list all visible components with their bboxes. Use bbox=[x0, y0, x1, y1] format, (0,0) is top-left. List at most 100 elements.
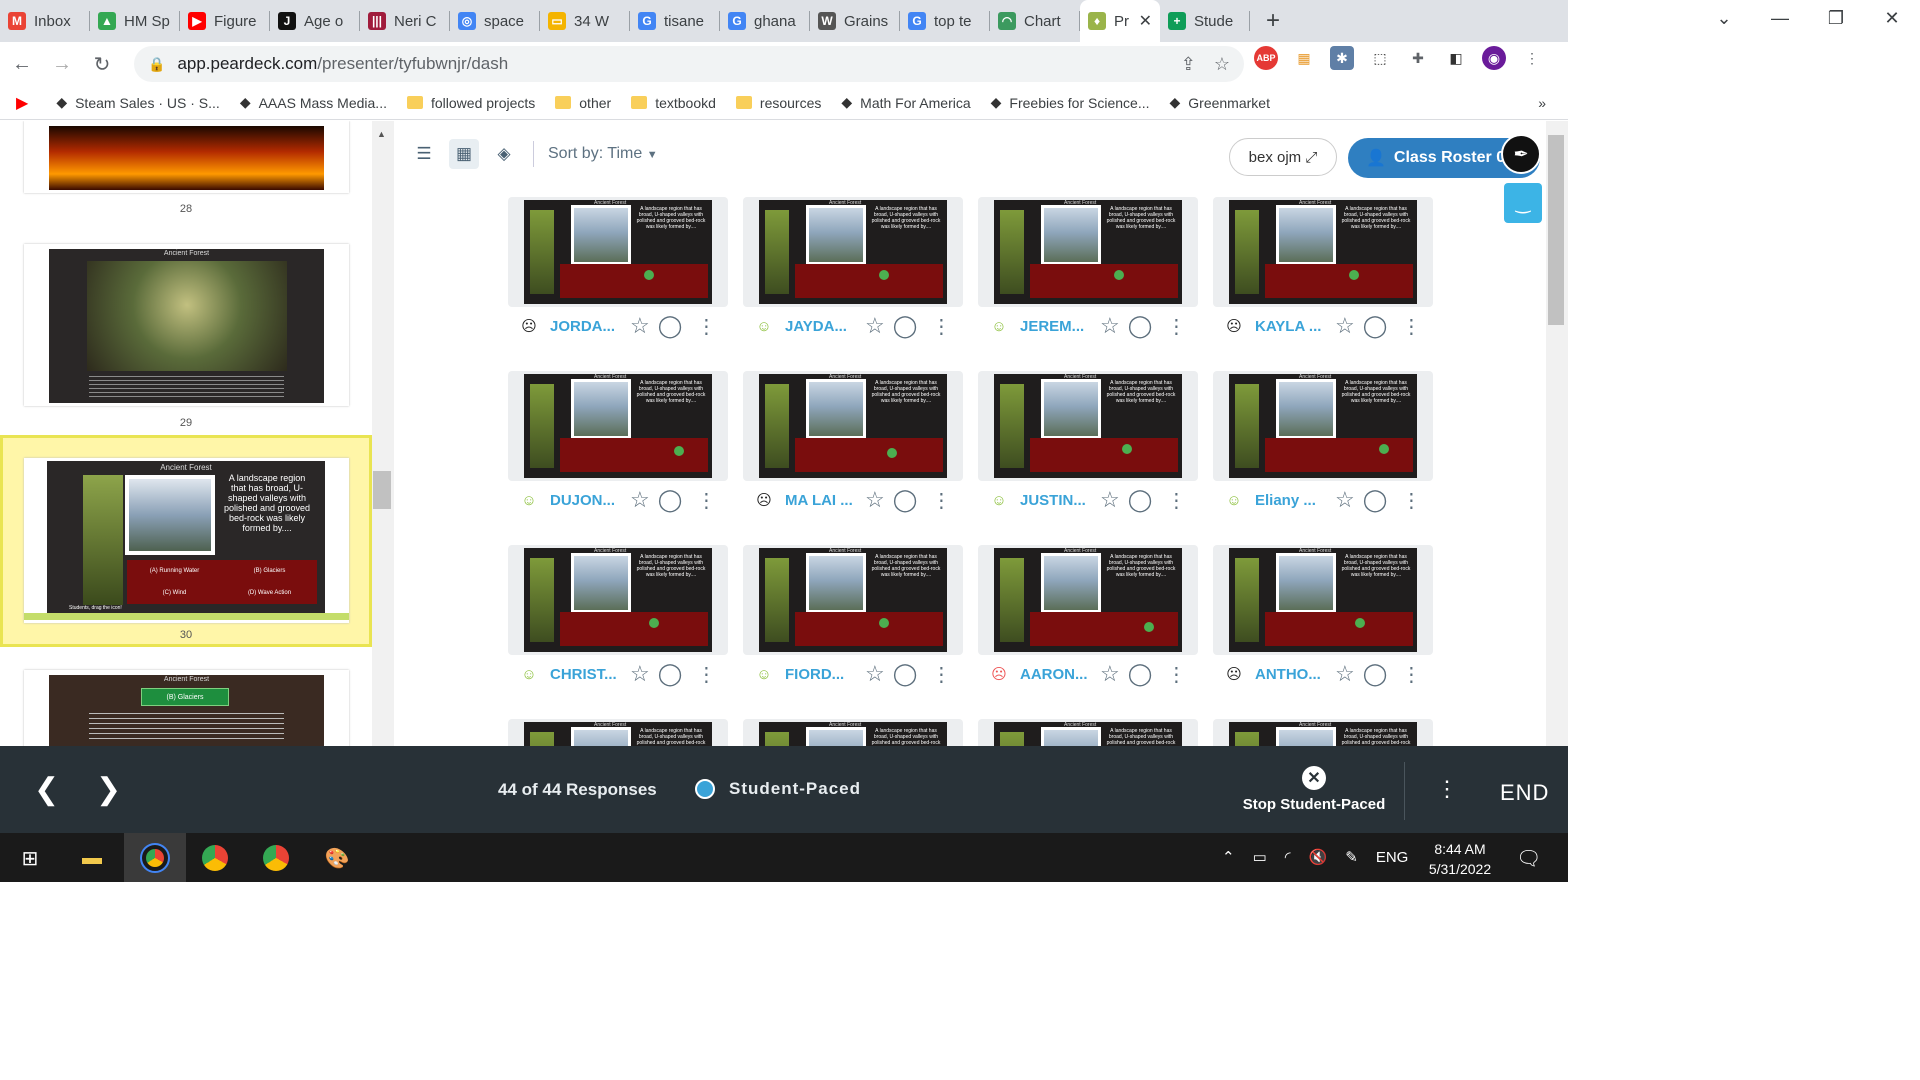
comment-icon[interactable]: ◯ bbox=[658, 661, 683, 687]
student-response-card[interactable]: Ancient Forest A landscape region that h… bbox=[1213, 719, 1433, 746]
student-name[interactable]: MA LAI ... bbox=[785, 492, 855, 509]
student-name[interactable]: JAYDA... bbox=[785, 318, 855, 335]
happy-face-icon[interactable]: ☺ bbox=[520, 491, 538, 509]
profile-avatar[interactable]: ◉ bbox=[1482, 46, 1506, 70]
student-name[interactable]: CHRIST... bbox=[550, 666, 620, 683]
star-icon[interactable]: ☆ bbox=[1335, 661, 1355, 687]
list-view-icon[interactable]: ☰ bbox=[409, 139, 439, 169]
volume-muted-icon[interactable]: 🔇 bbox=[1309, 848, 1328, 866]
student-response-card[interactable]: Ancient Forest A landscape region that h… bbox=[1213, 371, 1433, 481]
student-name[interactable]: FIORD... bbox=[785, 666, 855, 683]
more-options-icon[interactable]: ⋮ bbox=[1166, 314, 1186, 339]
more-options-icon[interactable]: ⋮ bbox=[1401, 488, 1421, 513]
student-name[interactable]: KAYLA ... bbox=[1255, 318, 1325, 335]
more-options-icon[interactable]: ⋮ bbox=[1166, 662, 1186, 687]
bookmark-item[interactable]: resources bbox=[735, 95, 821, 111]
tab-search-icon[interactable]: ⌄ bbox=[1696, 0, 1752, 36]
restore-icon[interactable]: ❐ bbox=[1808, 0, 1864, 36]
scroll-up-icon[interactable]: ▲ bbox=[377, 129, 386, 139]
comment-icon[interactable]: ◯ bbox=[658, 487, 683, 513]
student-response-card[interactable]: Ancient Forest A landscape region that h… bbox=[508, 197, 728, 307]
smile-panel-icon[interactable]: ‿ bbox=[1504, 183, 1542, 223]
battery-icon[interactable]: ▭ bbox=[1253, 848, 1267, 866]
star-icon[interactable]: ☆ bbox=[630, 661, 650, 687]
adblock-icon[interactable]: ABP bbox=[1254, 46, 1278, 70]
comment-icon[interactable]: ◯ bbox=[893, 487, 918, 513]
more-options-icon[interactable]: ⋮ bbox=[1401, 662, 1421, 687]
side-panel-icon[interactable]: ◧ bbox=[1444, 46, 1468, 70]
minimize-icon[interactable]: — bbox=[1752, 0, 1808, 36]
more-options-icon[interactable]: ⋮ bbox=[1436, 776, 1458, 802]
new-tab-button[interactable]: + bbox=[1250, 0, 1296, 42]
comment-icon[interactable]: ◯ bbox=[893, 661, 918, 687]
puzzle-extension-icon[interactable]: ✱ bbox=[1330, 46, 1354, 70]
extensions-icon[interactable]: ✚ bbox=[1406, 46, 1430, 70]
browser-menu-icon[interactable]: ⋮ bbox=[1520, 46, 1544, 70]
bookmark-item[interactable]: ◆ Greenmarket bbox=[1169, 94, 1269, 111]
windows-start-icon[interactable]: ⊞ bbox=[12, 841, 48, 875]
bookmark-star-icon[interactable]: ☆ bbox=[1214, 54, 1230, 75]
bookmark-item[interactable]: ◆ Steam Sales · US · S... bbox=[56, 94, 220, 111]
close-window-icon[interactable]: ✕ bbox=[1864, 0, 1920, 36]
student-name[interactable]: DUJON... bbox=[550, 492, 620, 509]
back-icon[interactable]: ← bbox=[4, 46, 40, 82]
slide-thumbnail[interactable]: Ancient Forest (B) Glaciers bbox=[24, 670, 349, 746]
student-name[interactable]: JUSTIN... bbox=[1020, 492, 1090, 509]
neutral-face-icon[interactable]: ☹ bbox=[1225, 317, 1243, 335]
main-scrollbar[interactable] bbox=[1546, 121, 1568, 746]
comment-icon[interactable]: ◯ bbox=[1128, 313, 1153, 339]
comment-icon[interactable]: ◯ bbox=[1363, 313, 1388, 339]
browser-tab[interactable]: Gghana bbox=[720, 0, 810, 42]
slide-thumbnail[interactable] bbox=[24, 121, 349, 193]
sidebar-scrollbar[interactable]: ▲ bbox=[372, 121, 394, 746]
bookmark-item[interactable]: textbookd bbox=[631, 95, 716, 111]
browser-tab[interactable]: ◎ space bbox=[450, 0, 540, 42]
pen-icon[interactable]: ✎ bbox=[1345, 848, 1358, 866]
browser-tab[interactable]: J Age o bbox=[270, 0, 360, 42]
scrollbar-thumb[interactable] bbox=[1548, 135, 1564, 325]
sort-dropdown[interactable]: Sort by: Time ▼ bbox=[548, 145, 658, 163]
browser-tab[interactable]: + Stude bbox=[1160, 0, 1250, 42]
star-icon[interactable]: ☆ bbox=[630, 487, 650, 513]
star-icon[interactable]: ☆ bbox=[865, 661, 885, 687]
browser-tab[interactable]: ||| Neri C bbox=[360, 0, 450, 42]
language-indicator[interactable]: ENG bbox=[1376, 849, 1409, 866]
student-response-card[interactable]: Ancient Forest A landscape region that h… bbox=[1213, 197, 1433, 307]
browser-tab[interactable]: M Inbox bbox=[0, 0, 90, 42]
student-name[interactable]: JORDA... bbox=[550, 318, 620, 335]
more-options-icon[interactable]: ⋮ bbox=[931, 488, 951, 513]
class-code-button[interactable]: bex ojm ⤢ bbox=[1229, 138, 1337, 176]
comment-icon[interactable]: ◯ bbox=[893, 313, 918, 339]
student-response-card[interactable]: Ancient Forest A landscape region that h… bbox=[978, 197, 1198, 307]
student-response-card[interactable]: Ancient Forest A landscape region that h… bbox=[743, 197, 963, 307]
student-response-card[interactable]: Ancient Forest A landscape region that h… bbox=[508, 545, 728, 655]
student-response-card[interactable]: Ancient Forest A landscape region that h… bbox=[508, 371, 728, 481]
student-response-card[interactable]: Ancient Forest A landscape region that h… bbox=[1213, 545, 1433, 655]
chevron-up-icon[interactable]: ⌃ bbox=[1222, 848, 1235, 866]
more-options-icon[interactable]: ⋮ bbox=[696, 662, 716, 687]
comment-icon[interactable]: ◯ bbox=[658, 313, 683, 339]
chart-extension-icon[interactable]: ▦ bbox=[1292, 46, 1316, 70]
browser-tab[interactable]: Gtop te bbox=[900, 0, 990, 42]
star-icon[interactable]: ☆ bbox=[1335, 313, 1355, 339]
file-explorer-icon[interactable]: ▬ bbox=[74, 841, 110, 875]
happy-face-icon[interactable]: ☺ bbox=[520, 665, 538, 683]
comment-icon[interactable]: ◯ bbox=[1128, 661, 1153, 687]
previous-slide-icon[interactable]: ❮ bbox=[34, 772, 59, 807]
comment-icon[interactable]: ◯ bbox=[1363, 661, 1388, 687]
end-button[interactable]: END bbox=[1500, 780, 1549, 806]
sad-face-icon[interactable]: ☹ bbox=[990, 665, 1008, 683]
happy-face-icon[interactable]: ☺ bbox=[755, 665, 773, 683]
next-slide-icon[interactable]: ❯ bbox=[96, 772, 121, 807]
tab-active[interactable]: ♦ Pr ✕ bbox=[1080, 0, 1160, 42]
layers-icon[interactable]: ◈ bbox=[489, 139, 519, 169]
bookmark-item[interactable]: ▶ bbox=[16, 93, 36, 113]
more-options-icon[interactable]: ⋮ bbox=[696, 314, 716, 339]
more-options-icon[interactable]: ⋮ bbox=[696, 488, 716, 513]
reload-icon[interactable]: ↻ bbox=[84, 46, 120, 82]
slide-thumbnail-selected[interactable]: Ancient Forest A landscape region that h… bbox=[24, 458, 349, 623]
student-response-card[interactable]: Ancient Forest A landscape region that h… bbox=[743, 719, 963, 746]
comment-icon[interactable]: ◯ bbox=[1363, 487, 1388, 513]
bookmark-item[interactable]: ◆ Freebies for Science... bbox=[991, 94, 1150, 111]
more-bookmarks-icon[interactable]: » bbox=[1538, 95, 1546, 111]
